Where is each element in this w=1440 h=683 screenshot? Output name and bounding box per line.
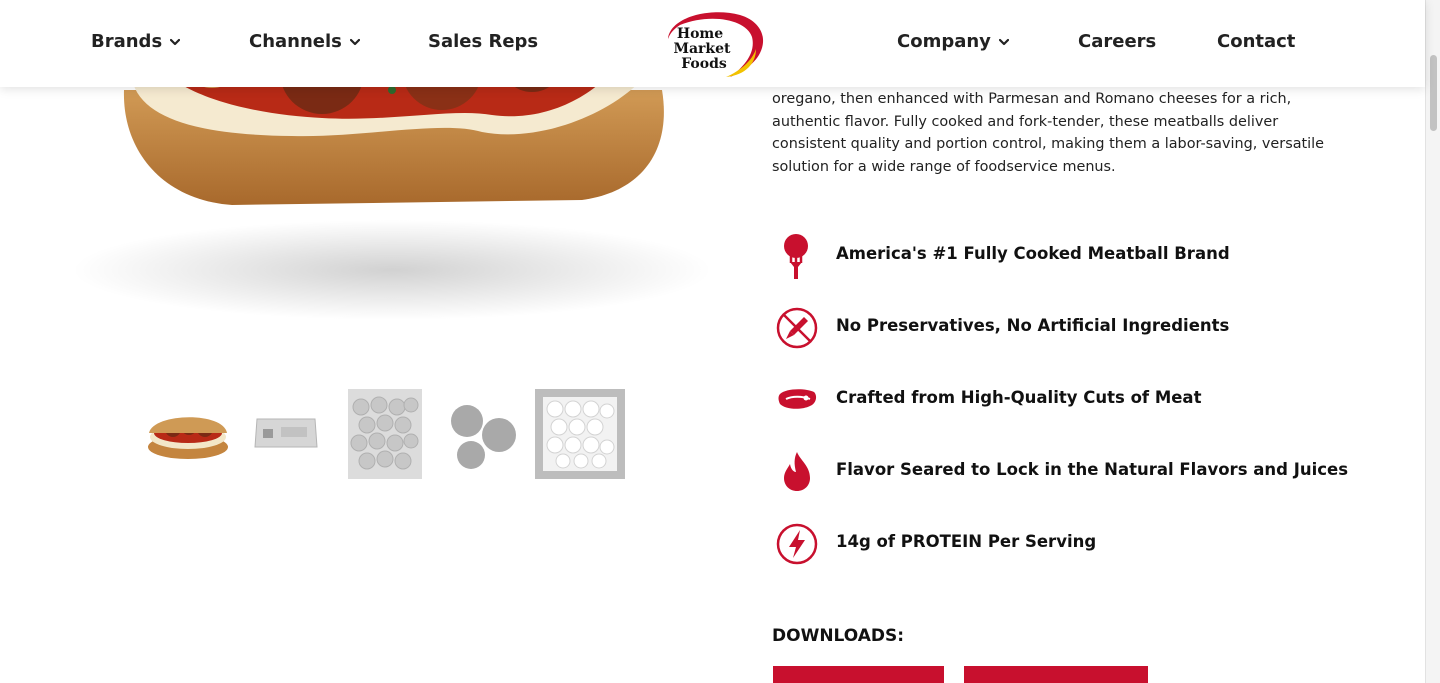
nav-contact-label: Contact xyxy=(1217,31,1296,52)
nav-careers-label: Careers xyxy=(1078,31,1157,52)
thumbnail-case-box[interactable] xyxy=(241,389,331,479)
feature-label: No Preservatives, No Artificial Ingredie… xyxy=(836,316,1230,335)
feature-label: Flavor Seared to Lock in the Natural Fla… xyxy=(836,460,1349,479)
thumbnail-sandwich[interactable] xyxy=(143,389,233,479)
feature-label: Crafted from High-Quality Cuts of Meat xyxy=(836,388,1202,407)
scrollbar-thumb[interactable] xyxy=(1430,55,1437,131)
feature-label: America's #1 Fully Cooked Meatball Brand xyxy=(836,244,1230,263)
site-header: Brands Channels Sales Reps Home Market F… xyxy=(0,0,1425,87)
feature-item: 14g of PROTEIN Per Serving xyxy=(772,518,1372,568)
thumbnail-frozen-bag[interactable] xyxy=(339,389,429,479)
download-button[interactable] xyxy=(964,666,1148,683)
nav-brands-label: Brands xyxy=(91,31,163,52)
nav-channels-label: Channels xyxy=(249,31,342,52)
home-market-foods-logo[interactable]: Home Market Foods xyxy=(660,9,766,79)
downloads-heading: DOWNLOADS: xyxy=(772,626,905,646)
nav-sales-reps[interactable]: Sales Reps xyxy=(428,31,538,52)
meatball-fork-icon xyxy=(784,234,808,279)
steak-icon xyxy=(778,389,817,409)
svg-text:Home: Home xyxy=(677,26,723,42)
page-scrollbar[interactable] xyxy=(1425,0,1440,683)
nav-company[interactable]: Company xyxy=(897,31,1009,52)
product-hero-image xyxy=(72,60,712,320)
chevron-down-icon xyxy=(998,38,1009,45)
nav-sales-reps-label: Sales Reps xyxy=(428,31,539,52)
download-button[interactable] xyxy=(773,666,944,683)
feature-item: Crafted from High-Quality Cuts of Meat xyxy=(772,374,1372,424)
flame-icon xyxy=(784,452,810,491)
feature-item: America's #1 Fully Cooked Meatball Brand xyxy=(772,230,1372,280)
nav-company-label: Company xyxy=(897,31,991,52)
nav-contact[interactable]: Contact xyxy=(1217,31,1295,52)
feature-item: Flavor Seared to Lock in the Natural Fla… xyxy=(772,446,1372,496)
chevron-down-icon xyxy=(170,38,181,45)
svg-text:Market: Market xyxy=(673,41,731,57)
nav-brands[interactable]: Brands xyxy=(91,31,181,52)
no-preservatives-icon xyxy=(776,307,818,349)
nav-careers[interactable]: Careers xyxy=(1078,31,1156,52)
lightning-bolt-icon xyxy=(776,523,818,565)
nav-channels[interactable]: Channels xyxy=(249,31,360,52)
feature-label: 14g of PROTEIN Per Serving xyxy=(836,532,1097,551)
thumbnail-open-case[interactable] xyxy=(535,389,625,479)
chevron-down-icon xyxy=(349,38,360,45)
product-description: oregano, then enhanced with Parmesan and… xyxy=(772,91,1325,175)
svg-text:Foods: Foods xyxy=(681,56,727,72)
thumbnail-meatballs[interactable] xyxy=(437,389,527,479)
feature-item: No Preservatives, No Artificial Ingredie… xyxy=(772,302,1372,352)
